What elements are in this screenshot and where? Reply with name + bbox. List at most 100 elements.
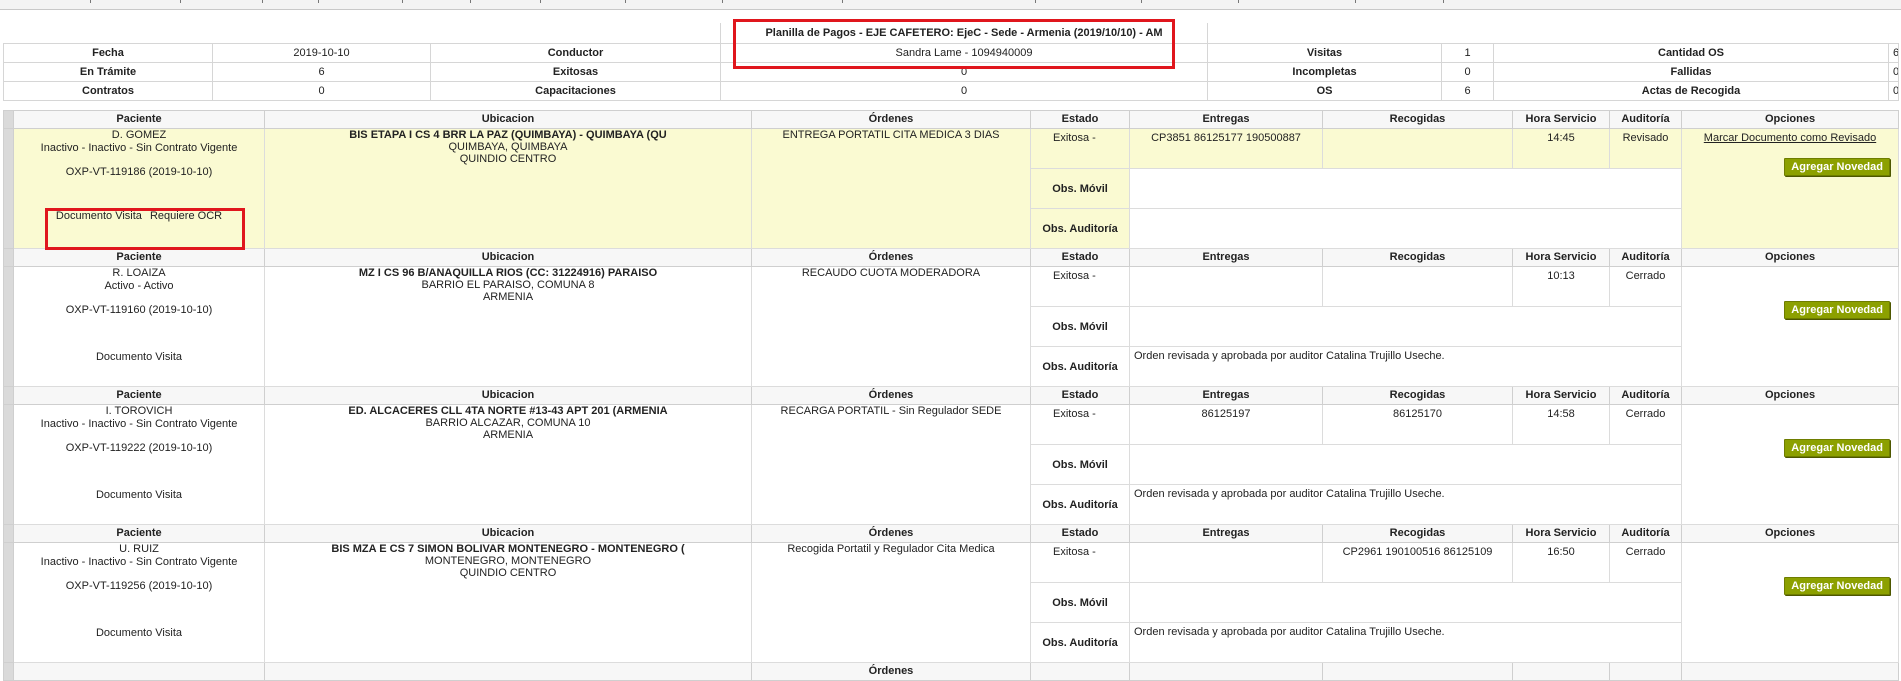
obs-auditoria-value: Orden revisada y aprobada por auditor Ca… — [1129, 484, 1682, 525]
col-recogidas: Recogidas — [1322, 524, 1513, 543]
record-header-row: Paciente Ubicacion Órdenes Estado Entreg… — [3, 524, 1899, 543]
col-recogidas: Recogidas — [1322, 386, 1513, 405]
en-tramite-value: 6 — [212, 62, 431, 82]
col-paciente: Paciente — [13, 110, 265, 129]
col-ubicacion: Ubicacion — [264, 386, 752, 405]
ordenes-cell: Recogida Portatil y Regulador Cita Medic… — [751, 542, 1031, 663]
visitas-label: Visitas — [1207, 43, 1443, 63]
col-ubicacion: Ubicacion — [264, 524, 752, 543]
col-estado: Estado — [1030, 386, 1130, 405]
address-cell: BIS MZA E CS 7 SIMON BOLIVAR MONTENEGRO … — [264, 542, 752, 663]
col-estado: Estado — [1030, 524, 1130, 543]
address-line-1: BIS MZA E CS 7 SIMON BOLIVAR MONTENEGRO … — [331, 543, 685, 556]
col-opciones: Opciones — [1681, 386, 1899, 405]
documento-visita-link[interactable]: Documento Visita — [56, 210, 142, 222]
obs-auditoria-value: Orden revisada y aprobada por auditor Ca… — [1129, 346, 1682, 387]
record-header-row: Paciente Ubicacion Órdenes Estado Entreg… — [3, 110, 1899, 129]
col-paciente: Paciente — [13, 248, 265, 267]
col-ordenes: Órdenes — [751, 662, 1031, 681]
agregar-novedad-button[interactable]: Agregar Novedad — [1784, 439, 1890, 457]
fallidas-value: 0 — [1888, 62, 1900, 82]
patient-name: U. RUIZ — [119, 543, 159, 556]
order-id: OXP-VT-119222 (2019-10-10) — [65, 442, 213, 454]
address-line-2: BARRIO ALCAZAR, COMUNA 10 — [425, 417, 591, 429]
recogidas-cell — [1322, 266, 1513, 307]
address-line-3: ARMENIA — [482, 429, 534, 441]
auditoria-cell: Cerrado — [1609, 542, 1682, 583]
col-auditoria: Auditoría — [1609, 110, 1682, 129]
opciones-cell: Agregar Novedad — [1681, 404, 1899, 525]
patient-status: Activo - Activo — [104, 280, 174, 292]
obs-movil-value — [1129, 582, 1682, 623]
records-table: Paciente Ubicacion Órdenes Estado Entreg… — [3, 110, 1899, 681]
requiere-ocr-label: Requiere OCR — [149, 210, 223, 222]
auditoria-cell: Cerrado — [1609, 266, 1682, 307]
obs-movil-value — [1129, 306, 1682, 347]
address-line-2: BARRIO EL PARAISO, COMUNA 8 — [421, 279, 595, 291]
col-paciente: Paciente — [13, 386, 265, 405]
obs-auditoria-value — [1129, 208, 1682, 249]
order-id: OXP-VT-119256 (2019-10-10) — [65, 580, 213, 592]
address-cell: ED. ALCACERES CLL 4TA NORTE #13-43 APT 2… — [264, 404, 752, 525]
col-ordenes: Órdenes — [751, 386, 1031, 405]
estado-cell: Exitosa - — [1030, 542, 1130, 583]
cantidad-os-value: 6 — [1888, 43, 1900, 63]
entregas-cell — [1129, 542, 1323, 583]
documento-visita-link[interactable]: Documento Visita — [96, 627, 182, 639]
patient-name: R. LOAIZA — [112, 267, 166, 280]
opciones-cell: Agregar Novedad — [1681, 542, 1899, 663]
col-hora: Hora Servicio — [1512, 386, 1610, 405]
auditoria-cell: Cerrado — [1609, 404, 1682, 445]
obs-movil-label: Obs. Móvil — [1030, 306, 1130, 347]
fallidas-label: Fallidas — [1493, 62, 1890, 82]
visitas-value: 1 — [1441, 43, 1495, 63]
col-opciones: Opciones — [1681, 110, 1899, 129]
exitosas-label: Exitosas — [429, 62, 722, 82]
col-entregas: Entregas — [1129, 524, 1323, 543]
patient-cell: U. RUIZ Inactivo - Inactivo - Sin Contra… — [13, 542, 265, 663]
obs-auditoria-value: Orden revisada y aprobada por auditor Ca… — [1129, 622, 1682, 663]
address-line-1: MZ I CS 96 B/ANAQUILLA RIOS (CC: 3122491… — [358, 267, 658, 280]
estado-cell: Exitosa - — [1030, 266, 1130, 307]
address-line-3: QUINDIO CENTRO — [459, 153, 557, 165]
col-paciente: Paciente — [13, 524, 265, 543]
incompletas-label: Incompletas — [1207, 62, 1443, 82]
capacitaciones-label: Capacitaciones — [429, 81, 722, 101]
documento-visita-link[interactable]: Documento Visita — [96, 489, 182, 501]
col-ubicacion: Ubicacion — [264, 248, 752, 267]
recogidas-cell: CP2961 190100516 86125109 — [1322, 542, 1513, 583]
patient-status: Inactivo - Inactivo - Sin Contrato Vigen… — [40, 556, 238, 568]
agregar-novedad-button[interactable]: Agregar Novedad — [1784, 577, 1890, 595]
opciones-cell: Marcar Documento como Revisado Agregar N… — [1681, 128, 1899, 249]
summary-table: Planilla de Pagos - EJE CAFETERO: EjeC -… — [3, 23, 1900, 101]
col-opciones: Opciones — [1681, 524, 1899, 543]
address-line-3: QUINDIO CENTRO — [459, 567, 557, 579]
obs-auditoria-label: Obs. Auditoría — [1030, 346, 1130, 387]
conductor-value: Sandra Lame - 1094940009 — [720, 43, 1209, 63]
marcar-revisado-link[interactable]: Marcar Documento como Revisado — [1686, 132, 1894, 144]
ordenes-cell: ENTREGA PORTATIL CITA MEDICA 3 DIAS — [751, 128, 1031, 249]
col-hora: Hora Servicio — [1512, 248, 1610, 267]
documento-visita-link[interactable]: Documento Visita — [96, 351, 182, 363]
address-line-1: BIS ETAPA I CS 4 BRR LA PAZ (QUIMBAYA) -… — [349, 129, 667, 142]
fecha-value: 2019-10-10 — [212, 43, 431, 63]
hora-cell: 16:50 — [1512, 542, 1610, 583]
hora-cell: 14:45 — [1512, 128, 1610, 169]
address-line-2: MONTENEGRO, MONTENEGRO — [424, 555, 592, 567]
address-line-3: ARMENIA — [482, 291, 534, 303]
actas-value: 0 — [1888, 81, 1900, 101]
col-opciones: Opciones — [1681, 248, 1899, 267]
os-label: OS — [1207, 81, 1443, 101]
col-hora: Hora Servicio — [1512, 524, 1610, 543]
agregar-novedad-button[interactable]: Agregar Novedad — [1784, 158, 1890, 176]
summary-title: Planilla de Pagos - EJE CAFETERO: EjeC -… — [720, 23, 1209, 44]
estado-cell: Exitosa - — [1030, 128, 1130, 169]
agregar-novedad-button[interactable]: Agregar Novedad — [1784, 301, 1890, 319]
col-auditoria: Auditoría — [1609, 386, 1682, 405]
actas-label: Actas de Recogida — [1493, 81, 1890, 101]
fecha-label: Fecha — [3, 43, 213, 63]
obs-movil-label: Obs. Móvil — [1030, 168, 1130, 209]
record-row: R. LOAIZA Activo - Activo OXP-VT-119160 … — [3, 266, 1899, 387]
col-ubicacion: Ubicacion — [264, 110, 752, 129]
cantidad-os-label: Cantidad OS — [1493, 43, 1890, 63]
